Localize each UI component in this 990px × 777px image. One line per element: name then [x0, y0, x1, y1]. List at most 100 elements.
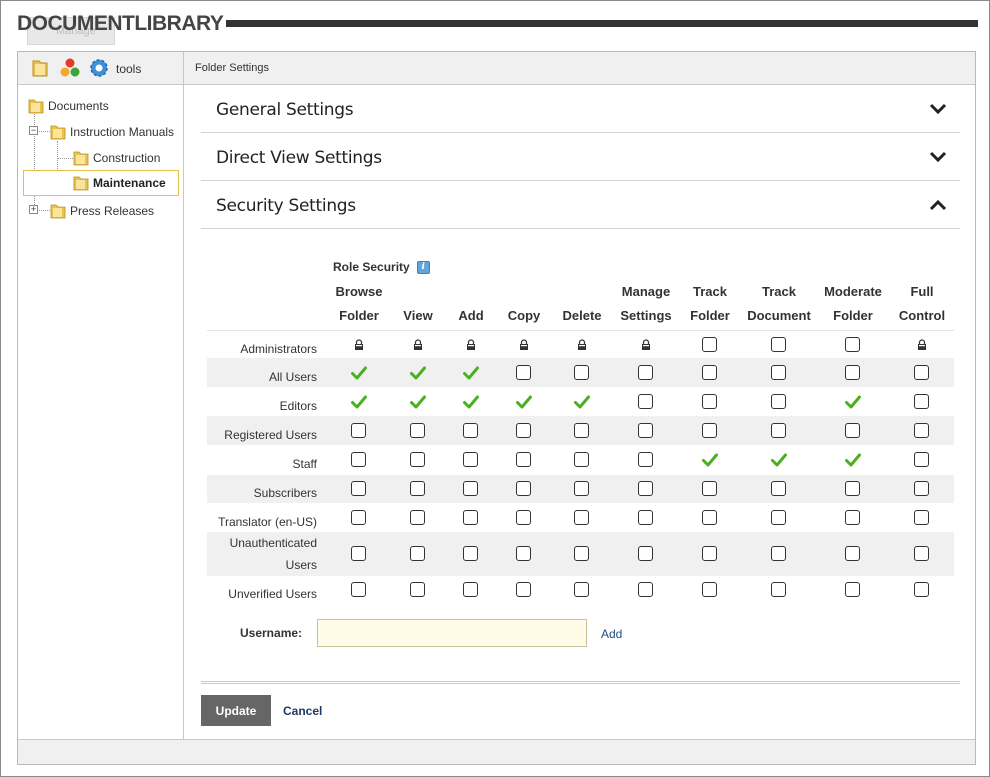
- permission-checked[interactable]: [410, 394, 426, 410]
- permission-checkbox[interactable]: [463, 510, 479, 526]
- permission-checkbox[interactable]: [771, 582, 787, 598]
- section-security-settings[interactable]: Security Settings: [201, 181, 960, 229]
- permission-checkbox[interactable]: [574, 452, 590, 468]
- permission-checkbox[interactable]: [574, 582, 590, 598]
- permission-checkbox[interactable]: [351, 582, 367, 598]
- permission-checkbox[interactable]: [771, 394, 787, 410]
- chevron-up-icon[interactable]: [928, 197, 948, 213]
- permission-checkbox[interactable]: [463, 423, 479, 439]
- chevron-down-icon[interactable]: [928, 149, 948, 165]
- tree-item-maintenance[interactable]: Maintenance: [23, 170, 179, 196]
- permission-checkbox[interactable]: [574, 510, 590, 526]
- permission-checkbox[interactable]: [638, 510, 654, 526]
- update-button[interactable]: Update: [201, 695, 271, 726]
- modules-icon[interactable]: [59, 57, 81, 79]
- permission-checkbox[interactable]: [410, 452, 426, 468]
- folder-icon[interactable]: [30, 57, 52, 79]
- permission-checkbox[interactable]: [845, 423, 861, 439]
- tree-item-documents[interactable]: Documents: [27, 96, 109, 116]
- permission-checked[interactable]: [771, 452, 787, 468]
- permission-checkbox[interactable]: [702, 365, 718, 381]
- permission-checkbox[interactable]: [410, 510, 426, 526]
- permission-checkbox[interactable]: [516, 423, 532, 439]
- permission-checkbox[interactable]: [516, 365, 532, 381]
- permission-checkbox[interactable]: [771, 423, 787, 439]
- permission-checkbox[interactable]: [702, 546, 718, 562]
- permission-checkbox[interactable]: [638, 481, 654, 497]
- permission-checkbox[interactable]: [771, 510, 787, 526]
- permission-checkbox[interactable]: [410, 582, 426, 598]
- permission-checkbox[interactable]: [463, 582, 479, 598]
- permission-checkbox[interactable]: [702, 394, 718, 410]
- permission-checkbox[interactable]: [463, 546, 479, 562]
- permission-checked[interactable]: [351, 365, 367, 381]
- permission-checkbox[interactable]: [845, 546, 861, 562]
- permission-checkbox[interactable]: [771, 365, 787, 381]
- permission-checkbox[interactable]: [638, 452, 654, 468]
- permission-checkbox[interactable]: [638, 582, 654, 598]
- permission-checkbox[interactable]: [771, 481, 787, 497]
- permission-checkbox[interactable]: [702, 337, 718, 353]
- permission-checkbox[interactable]: [845, 365, 861, 381]
- permission-checkbox[interactable]: [351, 452, 367, 468]
- permission-checkbox[interactable]: [702, 481, 718, 497]
- permission-checkbox[interactable]: [410, 423, 426, 439]
- permission-checked[interactable]: [351, 394, 367, 410]
- permission-checkbox[interactable]: [516, 582, 532, 598]
- permission-checkbox[interactable]: [351, 510, 367, 526]
- permission-checkbox[interactable]: [914, 582, 930, 598]
- chevron-down-icon[interactable]: [928, 101, 948, 117]
- permission-checkbox[interactable]: [914, 481, 930, 497]
- permission-checkbox[interactable]: [574, 365, 590, 381]
- permission-checkbox[interactable]: [351, 481, 367, 497]
- permission-checkbox[interactable]: [516, 452, 532, 468]
- permission-checkbox[interactable]: [638, 365, 654, 381]
- collapse-toggle-icon[interactable]: −: [29, 126, 38, 135]
- permission-checked[interactable]: [845, 452, 861, 468]
- permission-checkbox[interactable]: [638, 423, 654, 439]
- permission-checkbox[interactable]: [702, 582, 718, 598]
- permission-checkbox[interactable]: [410, 481, 426, 497]
- permission-checkbox[interactable]: [463, 481, 479, 497]
- permission-checkbox[interactable]: [638, 394, 654, 410]
- permission-checkbox[interactable]: [574, 546, 590, 562]
- help-icon[interactable]: i: [416, 260, 430, 274]
- permission-checkbox[interactable]: [574, 481, 590, 497]
- permission-checked[interactable]: [702, 452, 718, 468]
- permission-checkbox[interactable]: [845, 337, 861, 353]
- permission-checked[interactable]: [574, 394, 590, 410]
- permission-checkbox[interactable]: [845, 481, 861, 497]
- permission-checked[interactable]: [516, 394, 532, 410]
- permission-checkbox[interactable]: [914, 423, 930, 439]
- section-direct-view-settings[interactable]: Direct View Settings: [201, 133, 960, 181]
- permission-checkbox[interactable]: [516, 481, 532, 497]
- permission-checkbox[interactable]: [516, 546, 532, 562]
- permission-checkbox[interactable]: [410, 546, 426, 562]
- permission-checkbox[interactable]: [914, 510, 930, 526]
- permission-checkbox[interactable]: [845, 582, 861, 598]
- permission-checked[interactable]: [463, 365, 479, 381]
- gear-icon[interactable]: [88, 57, 110, 79]
- permission-checkbox[interactable]: [351, 423, 367, 439]
- cancel-link[interactable]: Cancel: [283, 704, 322, 718]
- permission-checkbox[interactable]: [914, 365, 930, 381]
- permission-checked[interactable]: [463, 394, 479, 410]
- permission-checkbox[interactable]: [845, 510, 861, 526]
- permission-checked[interactable]: [410, 365, 426, 381]
- tree-item-instruction-manuals[interactable]: Instruction Manuals: [49, 122, 174, 142]
- tree-item-construction[interactable]: Construction: [72, 148, 160, 168]
- add-user-link[interactable]: Add: [601, 627, 622, 641]
- permission-checkbox[interactable]: [574, 423, 590, 439]
- permission-checkbox[interactable]: [914, 394, 930, 410]
- permission-checkbox[interactable]: [771, 546, 787, 562]
- section-general-settings[interactable]: General Settings: [201, 85, 960, 133]
- tree-item-press-releases[interactable]: Press Releases: [49, 201, 154, 221]
- permission-checkbox[interactable]: [463, 452, 479, 468]
- permission-checkbox[interactable]: [914, 452, 930, 468]
- permission-checkbox[interactable]: [702, 423, 718, 439]
- permission-checkbox[interactable]: [351, 546, 367, 562]
- permission-checkbox[interactable]: [516, 510, 532, 526]
- permission-checkbox[interactable]: [638, 546, 654, 562]
- username-input[interactable]: [317, 619, 587, 647]
- tools-label[interactable]: tools: [116, 62, 141, 76]
